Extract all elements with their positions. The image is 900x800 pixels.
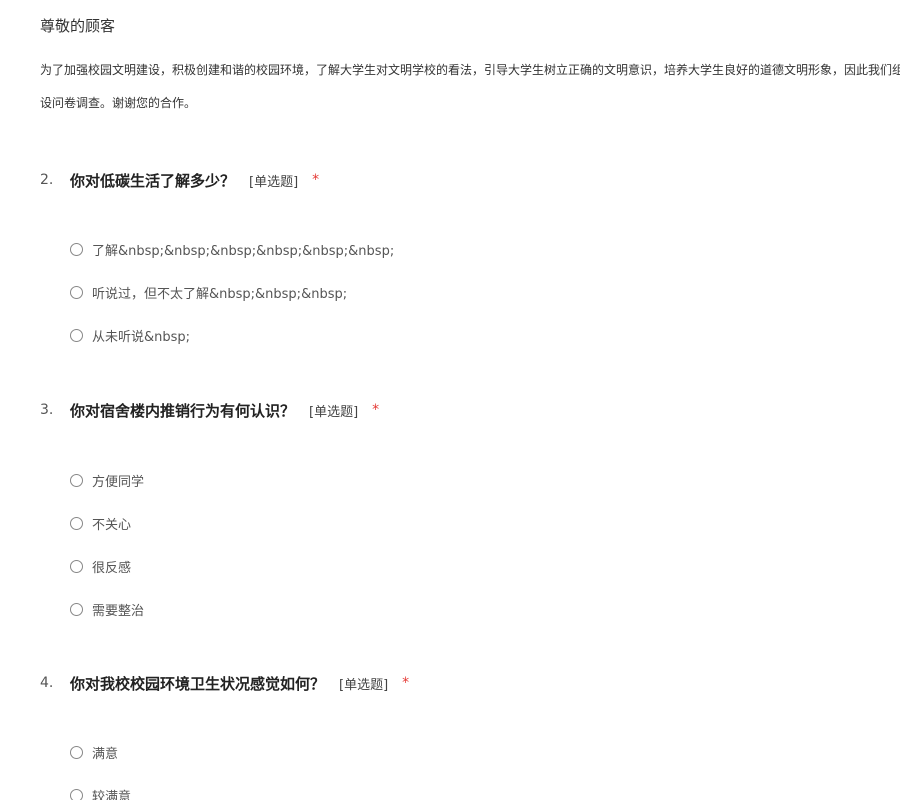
radio-circle-icon[interactable] <box>70 602 83 616</box>
intro-line: 设问卷调查。谢谢您的合作。 <box>40 96 197 110</box>
question-type-label: [单选题] <box>249 174 299 190</box>
intro-line: 为了加强校园文明建设，积极创建和谐的校园环境，了解大学生对文明学校的看法，引导大… <box>40 63 900 77</box>
radio-circle-icon[interactable] <box>70 516 83 530</box>
option-label: 从未听说&nbsp; <box>92 329 191 345</box>
radio-circle-icon[interactable] <box>70 745 83 759</box>
option-radio[interactable]: 不关心 <box>70 513 131 533</box>
survey-intro: 为了加强校园文明建设，积极创建和谐的校园环境，了解大学生对文明学校的看法，引导大… <box>40 54 900 120</box>
radio-circle-icon[interactable] <box>70 788 83 800</box>
option-label: 较满意 <box>92 789 132 800</box>
option-radio[interactable]: 方便同学 <box>70 470 144 490</box>
radio-circle-icon[interactable] <box>70 328 83 342</box>
survey-page: 尊敬的顾客 为了加强校园文明建设，积极创建和谐的校园环境，了解大学生对文明学校的… <box>0 0 900 800</box>
greeting-heading: 尊敬的顾客 <box>40 17 116 35</box>
radio-circle-icon[interactable] <box>70 559 83 573</box>
option-radio[interactable]: 了解&nbsp;&nbsp;&nbsp;&nbsp;&nbsp;&nbsp; <box>70 239 394 259</box>
question-title: 你对宿舍楼内推销行为有何认识？ <box>70 401 296 420</box>
option-radio[interactable]: 较满意 <box>70 785 131 800</box>
question-header: 3. 你对宿舍楼内推销行为有何认识？ [单选题] * <box>40 398 379 422</box>
option-label: 方便同学 <box>92 474 145 490</box>
option-label: 很反感 <box>92 560 132 576</box>
option-radio[interactable]: 需要整治 <box>70 599 144 619</box>
question-number: 4. <box>40 675 54 691</box>
radio-circle-icon[interactable] <box>70 242 83 256</box>
option-label: 满意 <box>92 746 119 762</box>
option-label: 了解&nbsp;&nbsp;&nbsp;&nbsp;&nbsp;&nbsp; <box>92 243 395 259</box>
question-type-label: [单选题] <box>309 404 359 420</box>
option-label: 不关心 <box>92 517 132 533</box>
question-header: 4. 你对我校校园环境卫生状况感觉如何？ [单选题] * <box>40 671 409 695</box>
option-radio[interactable]: 很反感 <box>70 556 131 576</box>
option-radio[interactable]: 听说过，但不太了解&nbsp;&nbsp;&nbsp; <box>70 282 347 302</box>
required-mark: * <box>372 402 380 418</box>
option-radio[interactable]: 满意 <box>70 742 118 762</box>
question-title: 你对我校校园环境卫生状况感觉如何？ <box>70 674 326 693</box>
option-radio[interactable]: 从未听说&nbsp; <box>70 325 190 345</box>
question-title: 你对低碳生活了解多少？ <box>70 171 236 190</box>
question-type-label: [单选题] <box>339 677 389 693</box>
question-number: 2. <box>40 172 54 188</box>
radio-circle-icon[interactable] <box>70 285 83 299</box>
option-label: 听说过，但不太了解&nbsp;&nbsp;&nbsp; <box>92 286 348 302</box>
radio-circle-icon[interactable] <box>70 473 83 487</box>
required-mark: * <box>402 675 410 691</box>
required-mark: * <box>312 172 320 188</box>
option-label: 需要整治 <box>92 603 145 619</box>
question-number: 3. <box>40 402 54 418</box>
question-header: 2. 你对低碳生活了解多少？ [单选题] * <box>40 168 319 192</box>
